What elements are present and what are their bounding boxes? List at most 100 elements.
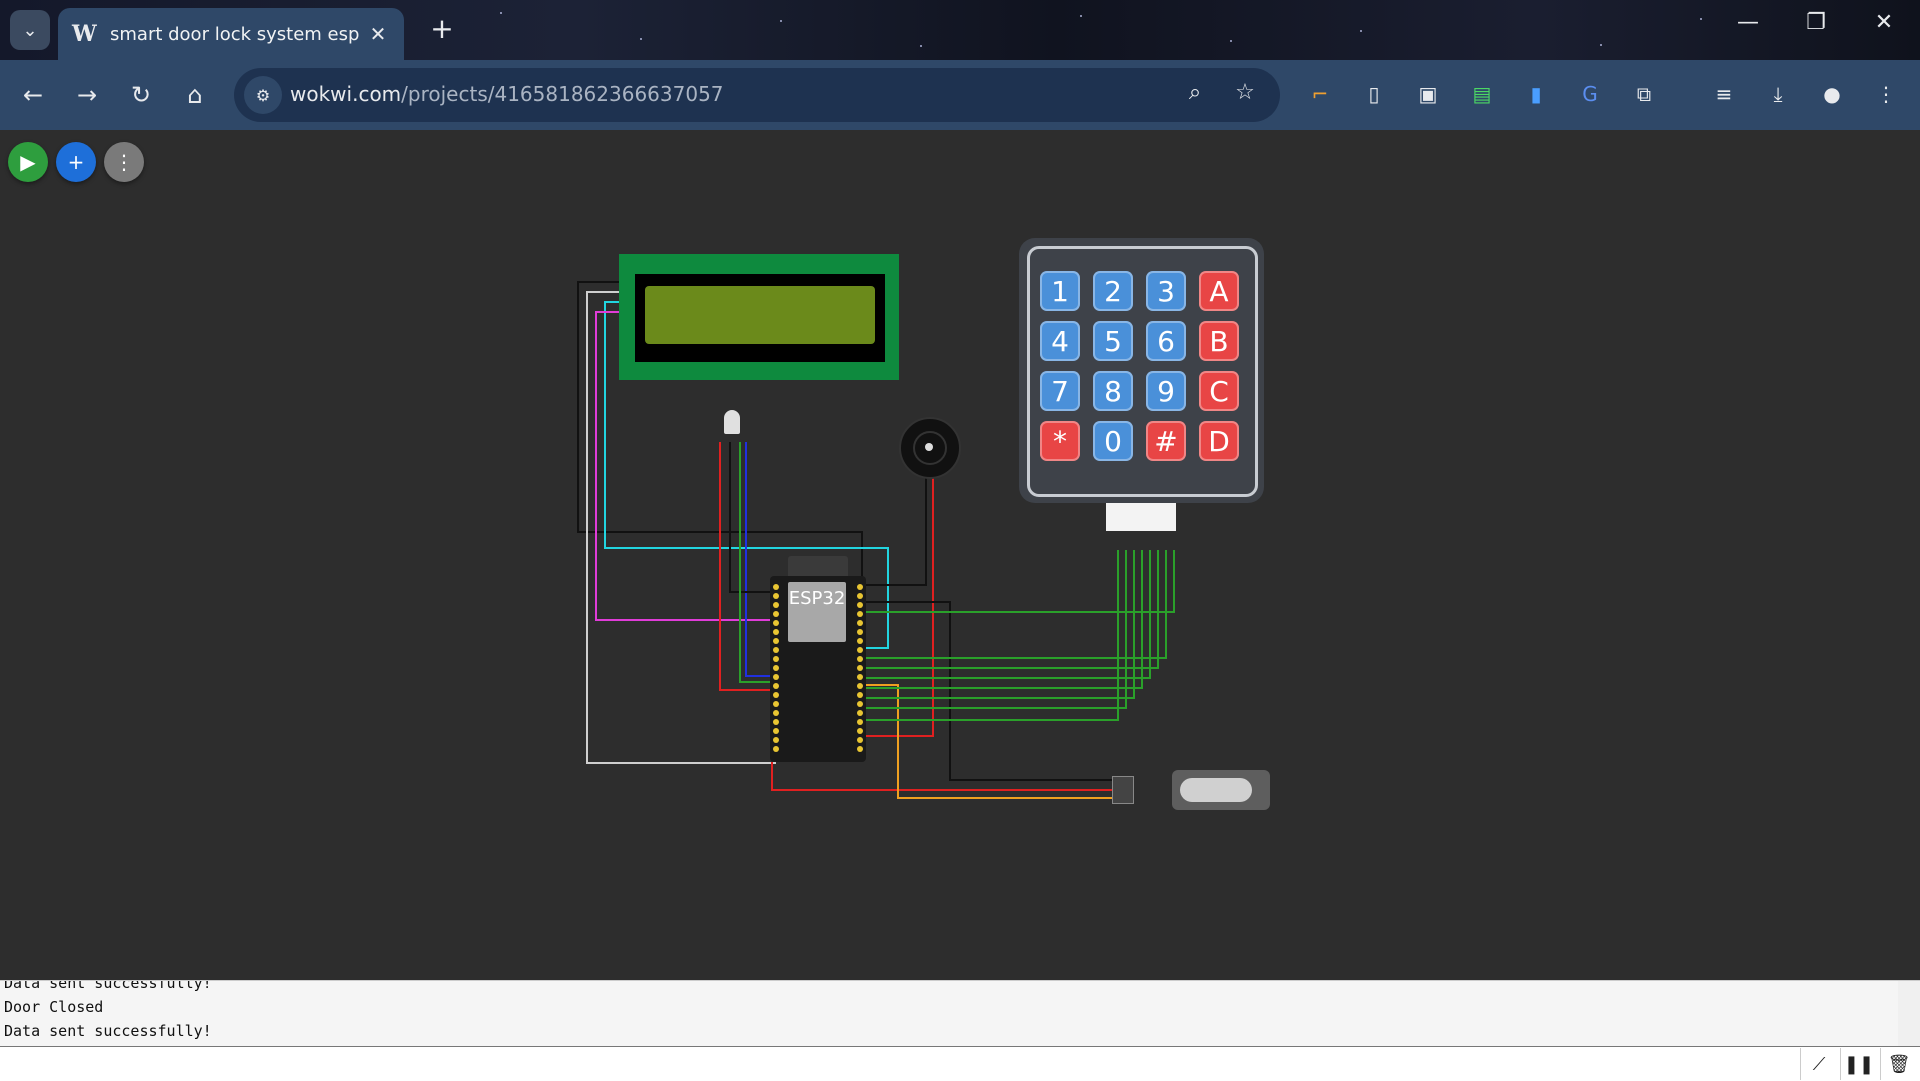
keypad-frame: 1 2 3 A 4 5 6 B 7 8 9 C * 0 # D [1027,246,1258,497]
esp32-pin [773,656,779,662]
keypad-key[interactable]: A [1199,271,1239,311]
esp32-pin [857,728,863,734]
esp32-pin [773,593,779,599]
tab-close-icon[interactable]: ✕ [366,22,390,46]
esp32-pin [857,593,863,599]
new-tab-icon[interactable]: + [424,12,460,45]
close-icon[interactable]: ✕ [1862,10,1906,35]
keypad-key[interactable]: 9 [1146,371,1186,411]
translate-icon[interactable]: G [1574,78,1606,110]
restore-icon[interactable]: ❐ [1794,10,1838,35]
buzzer-component[interactable] [899,417,961,479]
wokwi-favicon-icon: W [72,21,97,47]
keypad-key[interactable]: B [1199,321,1239,361]
wire-keypad-6 [866,550,1135,699]
forward-icon[interactable]: → [68,76,106,114]
keypad-key[interactable]: 1 [1040,271,1080,311]
url-text[interactable]: wokwi.com/projects/416581862366637057 [290,82,724,106]
plotter-icon[interactable]: ⟋ [1800,1048,1837,1080]
reload-icon[interactable]: ↻ [122,76,160,114]
keypad-connector [1106,503,1176,531]
bookmark-star-icon[interactable]: ☆ [1230,80,1260,105]
esp32-pin [773,584,779,590]
esp32-pin [773,737,779,743]
esp32-pin [857,647,863,653]
media-control-icon[interactable]: ≡ [1708,78,1740,110]
wire-servo-sig [866,684,1112,799]
esp32-pin [857,620,863,626]
keypad-key[interactable]: 0 [1093,421,1133,461]
serial-scrollbar[interactable] [1898,981,1920,1047]
esp32-pin [773,620,779,626]
esp32-board[interactable]: ESP32 [770,556,866,762]
profile-avatar-icon[interactable]: ● [1816,78,1848,110]
esp32-pin [773,629,779,635]
pause-icon[interactable]: ❚❚ [1840,1048,1877,1080]
serial-input-row: ⟋ ❚❚ 🗑 [0,1046,1920,1081]
keypad-key[interactable]: 6 [1146,321,1186,361]
esp32-pin [773,719,779,725]
wire-keypad-3 [866,550,1159,669]
back-icon[interactable]: ← [14,76,52,114]
keypad-key[interactable]: 4 [1040,321,1080,361]
buzzer-center [925,443,933,451]
membrane-keypad[interactable]: 1 2 3 A 4 5 6 B 7 8 9 C * 0 # D [1019,238,1264,503]
browser-tab-active[interactable]: W smart door lock system esp32 - ✕ [58,8,404,60]
esp32-pin [857,692,863,698]
esp32-pin [773,647,779,653]
screenshot-icon[interactable]: ▣ [1412,78,1444,110]
esp32-pin [773,692,779,698]
browser-menu-icon[interactable]: ⋮ [1870,78,1902,110]
extension-pin-icon[interactable]: ⌐ [1304,78,1336,110]
clipboard-extension-icon[interactable]: ▮ [1520,78,1552,110]
esp32-pin [857,665,863,671]
esp32-pin [773,710,779,716]
tab-search-dropdown-icon[interactable]: ⌄ [10,10,50,50]
browser-toolbar: ← → ↻ ⌂ ⚙ wokwi.com/projects/41658186236… [0,60,1920,130]
keypad-key[interactable]: 8 [1093,371,1133,411]
keypad-key[interactable]: * [1040,421,1080,461]
esp32-pin [857,674,863,680]
serial-line: Door Closed [4,998,104,1016]
keypad-key[interactable]: 7 [1040,371,1080,411]
keypad-key[interactable]: 2 [1093,271,1133,311]
servo-horn [1180,778,1252,802]
keypad-key[interactable]: D [1199,421,1239,461]
extensions-icon[interactable]: ⧉ [1628,78,1660,110]
esp32-pin [773,611,779,617]
esp32-pin [857,656,863,662]
esp32-pin [857,638,863,644]
esp32-antenna [788,556,848,576]
wire-servo-gnd [866,601,1112,781]
clear-icon[interactable]: 🗑 [1880,1048,1917,1080]
wire-led-red [719,442,776,691]
mobile-view-icon[interactable]: ▯ [1358,78,1390,110]
keypad-key[interactable]: 5 [1093,321,1133,361]
memory-extension-icon[interactable]: ▤ [1466,78,1498,110]
simulation-canvas[interactable]: ▶ + ⋮ 1 2 3 A 4 5 6 B 7 8 9 C * 0 # D ES… [0,130,1920,980]
led-component[interactable] [724,410,740,434]
serial-input[interactable] [2,1049,1796,1079]
address-bar[interactable]: ⚙ wokwi.com/projects/416581862366637057 … [234,68,1280,122]
keypad-key[interactable]: # [1146,421,1186,461]
home-icon[interactable]: ⌂ [176,76,214,114]
wire-servo-vcc [771,762,1112,791]
zoom-icon[interactable]: ⌕ [1180,80,1210,105]
minimize-icon[interactable]: — [1726,10,1770,35]
esp32-pin [857,611,863,617]
keypad-key[interactable]: 3 [1146,271,1186,311]
esp32-pin [857,584,863,590]
lcd-display[interactable] [619,254,899,380]
esp32-label: ESP32 [788,588,846,609]
browser-title-bar: ⌄ W smart door lock system esp32 - ✕ + —… [0,0,1920,60]
esp32-pin [857,746,863,752]
url-host: wokwi.com [290,82,402,106]
esp32-pin [857,710,863,716]
site-info-icon[interactable]: ⚙ [244,76,282,114]
wire-keypad-2 [866,550,1167,659]
esp32-pin [773,674,779,680]
download-icon[interactable]: ⤓ [1762,78,1794,110]
servo-motor[interactable] [1172,770,1270,810]
esp32-pin [773,602,779,608]
keypad-key[interactable]: C [1199,371,1239,411]
